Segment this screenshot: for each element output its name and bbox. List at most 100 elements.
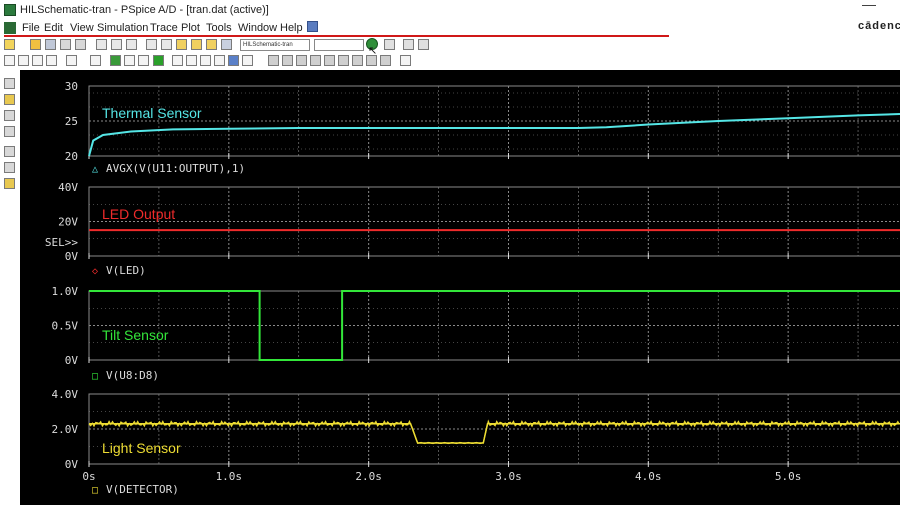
x-tick-label: 4.0s (635, 470, 662, 483)
zoom-area-icon[interactable] (32, 55, 43, 66)
probe-window-icon[interactable] (4, 78, 15, 89)
cursor-min-icon[interactable] (228, 55, 239, 66)
library-icon[interactable] (221, 39, 232, 50)
cursor-point-icon[interactable] (268, 55, 279, 66)
y-tick-label-led: 0V (65, 250, 79, 263)
toolbar-probe (0, 53, 900, 69)
paste-icon[interactable] (126, 39, 137, 50)
simulation-settings-icon[interactable] (418, 39, 429, 50)
trace-noise-light (88, 419, 900, 445)
sensor-label-tilt: Tilt Sensor (102, 327, 169, 343)
output-file-icon[interactable] (4, 110, 15, 121)
trace-marker-light: □ (92, 485, 98, 496)
undo-icon[interactable] (146, 39, 157, 50)
zoom-out-icon[interactable] (18, 55, 29, 66)
toggle-info-icon[interactable] (400, 55, 411, 66)
folder-icon[interactable] (176, 39, 187, 50)
cursor-trough-icon[interactable] (200, 55, 211, 66)
next-transition-icon[interactable] (296, 55, 307, 66)
cursor-slope-icon[interactable] (214, 55, 225, 66)
text-label-icon[interactable] (352, 55, 363, 66)
redo-icon[interactable] (161, 39, 172, 50)
bookmark-icon[interactable] (4, 178, 15, 189)
waveform-svg: 30 25 20 △ AVGX(V(U11:OUTPUT),1) Thermal Sens… (45, 80, 900, 496)
side-toolbar (0, 70, 20, 505)
print-icon[interactable] (60, 39, 71, 50)
axis-settings-icon[interactable] (90, 55, 101, 66)
zoom-in-icon[interactable] (4, 55, 15, 66)
performance-analysis-icon[interactable] (124, 55, 135, 66)
simulation-results-icon[interactable] (4, 94, 15, 105)
mark-label-icon[interactable] (324, 55, 335, 66)
new-icon[interactable] (4, 39, 15, 50)
help-context-icon[interactable] (307, 21, 318, 32)
y-tick-label-led: 40V (58, 181, 78, 194)
print-preview-icon[interactable] (75, 39, 86, 50)
trace-name-thermal: AVGX(V(U11:OUTPUT),1) (106, 162, 245, 175)
menu-help[interactable]: Help (280, 22, 303, 34)
log-axis-icon[interactable] (66, 55, 77, 66)
document-icon[interactable] (4, 22, 16, 34)
trace-marker-tilt: □ (92, 371, 98, 382)
eval-measurement-icon[interactable] (153, 55, 164, 66)
menu-tools[interactable]: Tools (206, 22, 232, 34)
x-tick-label: 3.0s (495, 470, 522, 483)
save-icon[interactable] (45, 39, 56, 50)
trace-name-light: V(DETECTOR) (106, 483, 179, 496)
trace-marker-led: ◇ (92, 266, 98, 277)
folder-open-icon[interactable] (191, 39, 202, 50)
waveform-plot[interactable]: 30 25 20 △ AVGX(V(U11:OUTPUT),1) Thermal Sens… (20, 70, 900, 505)
minimize-icon[interactable]: — (862, 0, 876, 12)
x-tick-label: 1.0s (216, 470, 243, 483)
cursor-peak-icon[interactable] (186, 55, 197, 66)
simulation-profile-select[interactable]: HILSchematic-tran (240, 39, 310, 51)
menu-simulation[interactable]: Simulation (97, 22, 148, 34)
y-tick-label-tilt: 0.5V (52, 320, 79, 333)
open-icon[interactable] (30, 39, 41, 50)
fourier-icon[interactable] (110, 55, 121, 66)
y-tick-label-light: 2.0V (52, 423, 79, 436)
menu-edit[interactable]: Edit (44, 22, 63, 34)
menu-plot[interactable]: Plot (181, 22, 200, 34)
y-tick-label-thermal: 30 (65, 80, 78, 93)
copy-icon[interactable] (111, 39, 122, 50)
y-tick-label-light: 4.0V (52, 388, 79, 401)
x-tick-label: 0s (82, 470, 95, 483)
x-tick-label: 2.0s (355, 470, 382, 483)
menu-window[interactable]: Window (238, 22, 277, 34)
menu-file[interactable]: File (22, 22, 40, 34)
selected-plot-marker: SEL>> (45, 236, 78, 249)
previous-transition-icon[interactable] (310, 55, 321, 66)
y-tick-label-tilt: 0V (65, 354, 79, 367)
pspice-app-icon (4, 4, 16, 16)
message-window-icon[interactable] (4, 146, 15, 157)
y-tick-label-light: 0V (65, 458, 79, 471)
menu-view[interactable]: View (70, 22, 94, 34)
add-trace-icon[interactable] (138, 55, 149, 66)
sensor-label-led: LED Output (102, 206, 175, 222)
cursor-max-icon[interactable] (242, 55, 253, 66)
netlist-icon[interactable] (4, 162, 15, 173)
x-tick-label: 5.0s (775, 470, 802, 483)
watch-window-icon[interactable] (4, 126, 15, 137)
sensor-label-thermal: Thermal Sensor (102, 105, 202, 121)
mark-data-icon[interactable] (338, 55, 349, 66)
search-input[interactable] (314, 39, 364, 51)
cursor-search-icon[interactable] (282, 55, 293, 66)
y-tick-label-thermal: 25 (65, 115, 78, 128)
cadence-logo: cādenc (858, 20, 900, 32)
line-label-icon[interactable] (380, 55, 391, 66)
zoom-fit-icon[interactable] (46, 55, 57, 66)
menu-trace[interactable]: Trace (150, 22, 178, 34)
stop-icon[interactable] (403, 39, 414, 50)
menu-bar: File Edit View Simulation Trace Plot Too… (0, 20, 900, 36)
trace-marker-thermal: △ (92, 164, 98, 175)
y-tick-label-led: 20V (58, 216, 78, 229)
arrow-label-icon[interactable] (366, 55, 377, 66)
title-bar: HILSchematic-tran - PSpice A/D - [tran.d… (0, 0, 900, 20)
pause-icon[interactable] (384, 39, 395, 50)
cut-icon[interactable] (96, 39, 107, 50)
folder-save-icon[interactable] (206, 39, 217, 50)
cursor-toggle-icon[interactable] (172, 55, 183, 66)
trace-name-tilt: V(U8:D8) (106, 369, 159, 382)
